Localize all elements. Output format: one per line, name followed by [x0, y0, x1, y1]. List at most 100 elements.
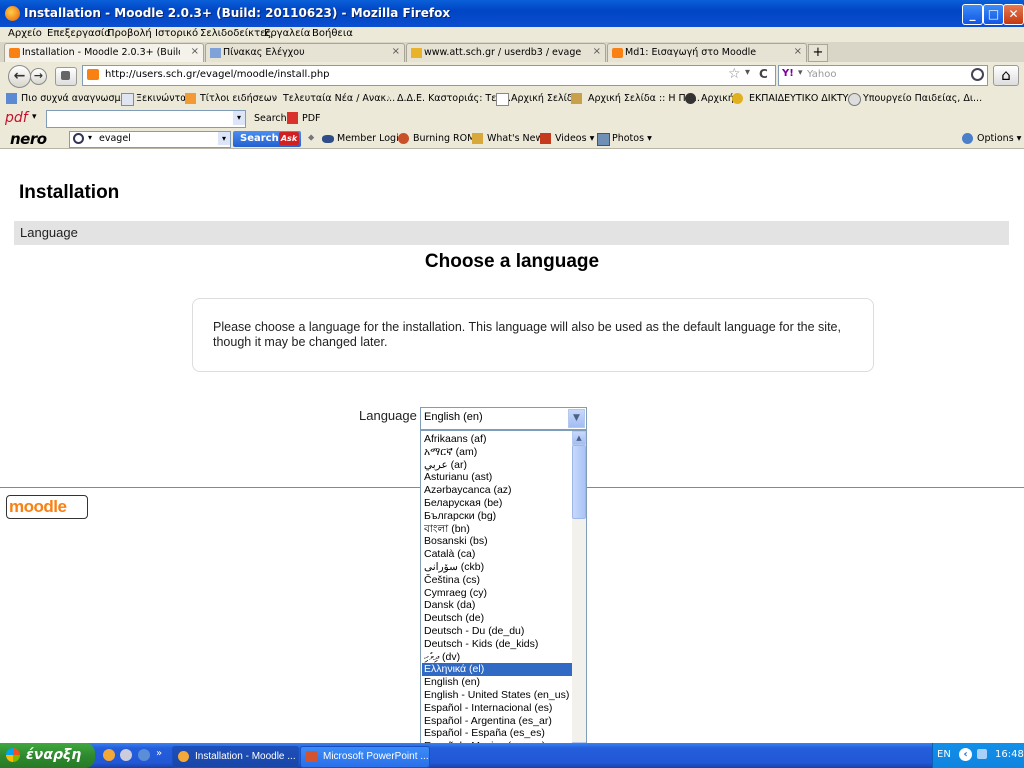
language-option[interactable]: English - United States (en_us) — [424, 689, 573, 702]
scroll-up-icon[interactable]: ▲ — [572, 431, 586, 445]
language-dropdown-list[interactable]: Afrikaans (af) አማርኛ (am) عربي (ar) Asturian… — [420, 430, 587, 759]
tab-label: Md1: Εισαγωγή στο Moodle — [625, 47, 757, 58]
whats-new-link[interactable]: What's New — [487, 133, 543, 144]
burning-rom-link[interactable]: Burning ROM — [413, 133, 475, 144]
tab-md1[interactable]: Md1: Εισαγωγή στο Moodle × — [607, 43, 807, 62]
url-text[interactable]: http://users.sch.gr/evagel/moodle/instal… — [105, 69, 330, 80]
quicklaunch-firefox-icon[interactable] — [103, 749, 115, 761]
language-option[interactable]: Български (bg) — [424, 510, 573, 523]
bookmark-item[interactable]: Δ.Δ.Ε. Καστοριάς: Τελ... — [397, 93, 511, 104]
language-select[interactable]: English (en) ▼ — [420, 407, 587, 430]
nero-search-input[interactable]: ▾ evagel ▾ — [69, 131, 231, 148]
language-option[interactable]: عربي (ar) — [424, 459, 573, 472]
bookmark-item[interactable]: Αρχική Σελίδα :: Η Πε... — [588, 93, 700, 104]
scrollbar-thumb[interactable] — [572, 445, 586, 519]
bookmark-item[interactable]: Υπουργείο Παιδείας, Δι... — [863, 93, 982, 104]
menu-bookmarks[interactable]: Σελιδοδείκτες — [200, 28, 271, 39]
moodle-logo[interactable]: moodle — [6, 495, 88, 519]
pdf-button[interactable]: PDF — [302, 113, 321, 124]
tab-close-icon[interactable]: × — [191, 46, 199, 57]
language-option[interactable]: Español - Internacional (es) — [424, 702, 573, 715]
forward-button[interactable]: → — [30, 68, 47, 85]
menu-help[interactable]: Βοήθεια — [312, 28, 353, 39]
bookmark-item[interactable]: Πιο συχνά αναγνωσμέ... — [21, 93, 135, 104]
tab-close-icon[interactable]: × — [392, 46, 400, 57]
tab-close-icon[interactable]: × — [593, 46, 601, 57]
language-option[interactable]: Ελληνικά (el) — [422, 663, 573, 677]
language-option[interactable]: አማርኛ (am) — [424, 446, 573, 459]
language-indicator[interactable]: EN — [937, 749, 951, 760]
bookmark-item[interactable]: Αρχική Σελίδα — [511, 93, 579, 104]
language-option[interactable]: Español - Argentina (es_ar) — [424, 715, 573, 728]
minimize-button[interactable]: _ — [962, 4, 983, 25]
videos-menu[interactable]: Videos ▾ — [555, 133, 594, 144]
clock[interactable]: 16:48 — [995, 749, 1024, 760]
chevron-down-icon[interactable]: ▼ — [568, 409, 585, 428]
language-option[interactable]: English (en) — [424, 676, 573, 689]
bookmark-folder-icon — [6, 93, 17, 104]
tab-att-sch[interactable]: www.att.sch.gr / userdb3 / evagel-db1 |.… — [406, 43, 606, 62]
tab-control-panel[interactable]: Πίνακας Ελέγχου × — [205, 43, 405, 62]
start-button[interactable]: έναρξη — [0, 743, 95, 768]
options-menu[interactable]: Options ▾ — [977, 133, 1021, 144]
menu-tools[interactable]: Εργαλεία — [264, 28, 310, 39]
language-option[interactable]: Deutsch (de) — [424, 612, 573, 625]
close-window-button[interactable]: ✕ — [1003, 4, 1024, 25]
bookmark-star-icon[interactable]: ☆ — [728, 66, 741, 82]
language-option[interactable]: Bosanski (bs) — [424, 535, 573, 548]
language-option[interactable]: Afrikaans (af) — [424, 433, 573, 446]
language-option[interactable]: Cymraeg (cy) — [424, 587, 573, 600]
language-option[interactable]: سۆرانی (ckb) — [424, 561, 573, 574]
language-option[interactable]: Dansk (da) — [424, 599, 573, 612]
bookmark-item[interactable]: Τελευταία Νέα / Ανακ... — [283, 93, 395, 104]
identity-button[interactable] — [55, 67, 77, 86]
tab-close-icon[interactable]: × — [794, 46, 802, 57]
taskbar-item-powerpoint[interactable]: Microsoft PowerPoint ... — [300, 746, 430, 768]
menu-view[interactable]: Προβολή — [107, 28, 152, 39]
menu-edit[interactable]: Επεξεργασία — [47, 28, 111, 39]
menu-file[interactable]: Αρχείο — [8, 28, 42, 39]
language-option[interactable]: Asturianu (ast) — [424, 471, 573, 484]
new-tab-button[interactable]: + — [808, 44, 828, 62]
gear-icon — [962, 133, 973, 144]
pdf-search-input[interactable]: ▾ — [46, 110, 246, 128]
network-icon[interactable] — [977, 749, 987, 759]
tab-installation[interactable]: Installation - Moodle 2.0.3+ (Build: 201… — [4, 43, 204, 62]
language-option[interactable]: Čeština (cs) — [424, 574, 573, 587]
language-option[interactable]: Azərbaycanca (az) — [424, 484, 573, 497]
bookmark-item[interactable]: Ξεκινώντας — [136, 93, 192, 104]
bookmark-item[interactable]: Αρχική — [701, 93, 734, 104]
web-search-box[interactable]: Y! ▾ Yahoo — [778, 65, 988, 86]
language-option[interactable]: বাংলা (bn) — [424, 523, 573, 536]
url-bar[interactable]: http://users.sch.gr/evagel/moodle/instal… — [82, 65, 776, 86]
menu-history[interactable]: Ιστορικό — [155, 28, 198, 39]
dropmarker-icon[interactable]: ▾ — [745, 67, 750, 78]
language-option[interactable]: ދިވެހި (dv) — [424, 651, 573, 664]
reload-icon[interactable]: C — [759, 67, 768, 81]
maximize-button[interactable]: □ — [983, 4, 1004, 25]
photos-menu[interactable]: Photos ▾ — [612, 133, 652, 144]
bookmark-item[interactable]: ΕΚΠΑΙΔΕΥΤΙΚΟ ΔΙΚΤΥ... — [749, 93, 858, 104]
bookmark-item[interactable]: Τίτλοι ειδήσεων — [200, 93, 277, 104]
language-option[interactable]: Deutsch - Kids (de_kids) — [424, 638, 573, 651]
nero-search-value[interactable]: evagel — [99, 133, 131, 144]
language-option[interactable]: Español - España (es_es) — [424, 727, 573, 740]
pdf-search-button[interactable]: Search — [254, 113, 287, 124]
dropdown-scrollbar[interactable]: ▲ ▼ — [572, 431, 586, 756]
nero-search-button[interactable]: Search Ask — [233, 131, 301, 147]
taskbar-item-firefox[interactable]: Installation - Moodle ... — [172, 746, 299, 768]
member-login-link[interactable]: Member Login — [337, 133, 405, 144]
language-option[interactable]: Беларуская (be) — [424, 497, 573, 510]
quicklaunch-ie-icon[interactable] — [138, 749, 150, 761]
language-option[interactable]: Deutsch - Du (de_du) — [424, 625, 573, 638]
info-box: Please choose a language for the install… — [192, 298, 874, 372]
yahoo-engine-icon[interactable]: Y! — [782, 68, 794, 79]
search-icon[interactable] — [971, 68, 984, 81]
home-button[interactable]: ⌂ — [993, 65, 1019, 86]
back-button[interactable]: ← — [8, 65, 31, 88]
tray-expand-icon[interactable]: ‹ — [959, 748, 972, 761]
quicklaunch-icon[interactable] — [120, 749, 132, 761]
section-header: Language — [14, 221, 1009, 245]
home-page-icon — [571, 93, 582, 104]
language-option[interactable]: Català (ca) — [424, 548, 573, 561]
